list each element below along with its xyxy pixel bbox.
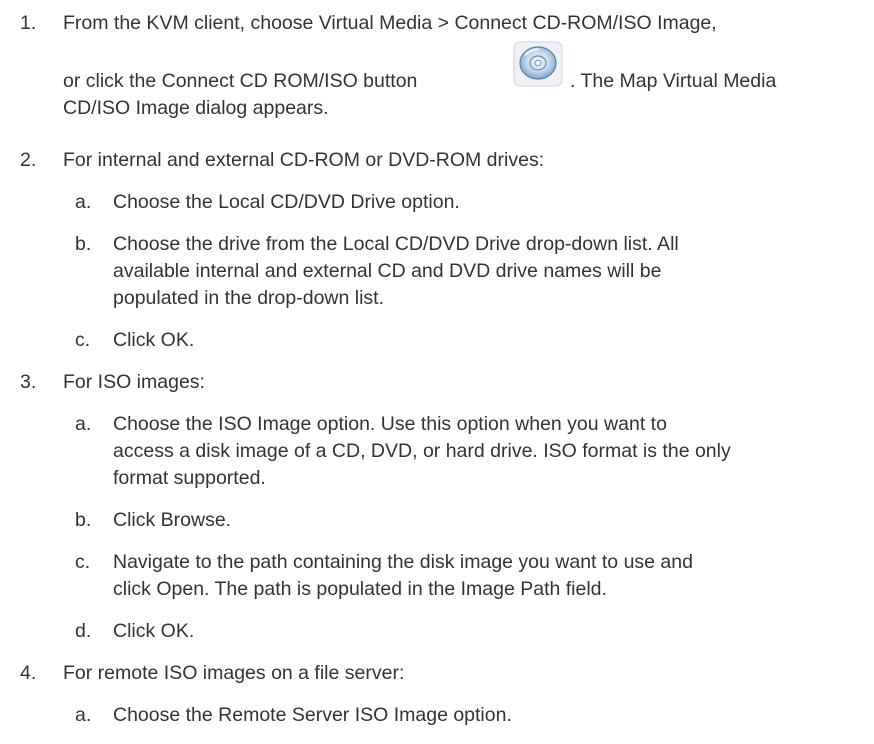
document-page: 1. From the KVM client, choose Virtual M…: [0, 0, 874, 744]
step-text: For ISO images:: [63, 371, 205, 393]
step-number: 3.: [20, 371, 37, 393]
substep-letter: d.: [75, 620, 92, 642]
cd-disc-icon: [513, 41, 563, 87]
step-text: For remote ISO images on a file server:: [63, 662, 405, 684]
substep-letter: a.: [75, 191, 92, 213]
substep-text: available internal and external CD and D…: [113, 260, 662, 282]
substep-text: format supported.: [113, 467, 266, 489]
substep-text: Click OK.: [113, 620, 195, 642]
step-number: 1.: [20, 12, 37, 34]
step-text-continued: . The Map Virtual Media: [570, 70, 777, 92]
step-number: 2.: [20, 149, 37, 171]
step-text: CD/ISO Image dialog appears.: [63, 97, 329, 119]
substep-letter: a.: [75, 704, 92, 726]
step-text: or click the Connect CD ROM/ISO button: [63, 70, 418, 92]
substep-text: populated in the drop-down list.: [113, 287, 385, 309]
step-text: For internal and external CD-ROM or DVD-…: [63, 149, 545, 171]
substep-text: access a disk image of a CD, DVD, or har…: [113, 440, 731, 462]
substep-text: Click OK.: [113, 329, 195, 351]
step-number: 4.: [20, 662, 37, 684]
substep-letter: c.: [75, 329, 91, 351]
substep-text: Click Browse.: [113, 509, 232, 531]
substep-text: Choose the Local CD/DVD Drive option.: [113, 191, 460, 213]
substep-letter: a.: [75, 413, 92, 435]
step-text: From the KVM client, choose Virtual Medi…: [63, 12, 717, 34]
substep-text: Choose the drive from the Local CD/DVD D…: [113, 233, 679, 255]
substep-letter: b.: [75, 233, 92, 255]
substep-letter: b.: [75, 509, 92, 531]
substep-text: click Open. The path is populated in the…: [113, 578, 607, 600]
substep-text: Navigate to the path containing the disk…: [113, 551, 693, 573]
substep-text: Choose the ISO Image option. Use this op…: [113, 413, 667, 435]
substep-text: Choose the Remote Server ISO Image optio…: [113, 704, 512, 726]
substep-letter: c.: [75, 551, 91, 573]
